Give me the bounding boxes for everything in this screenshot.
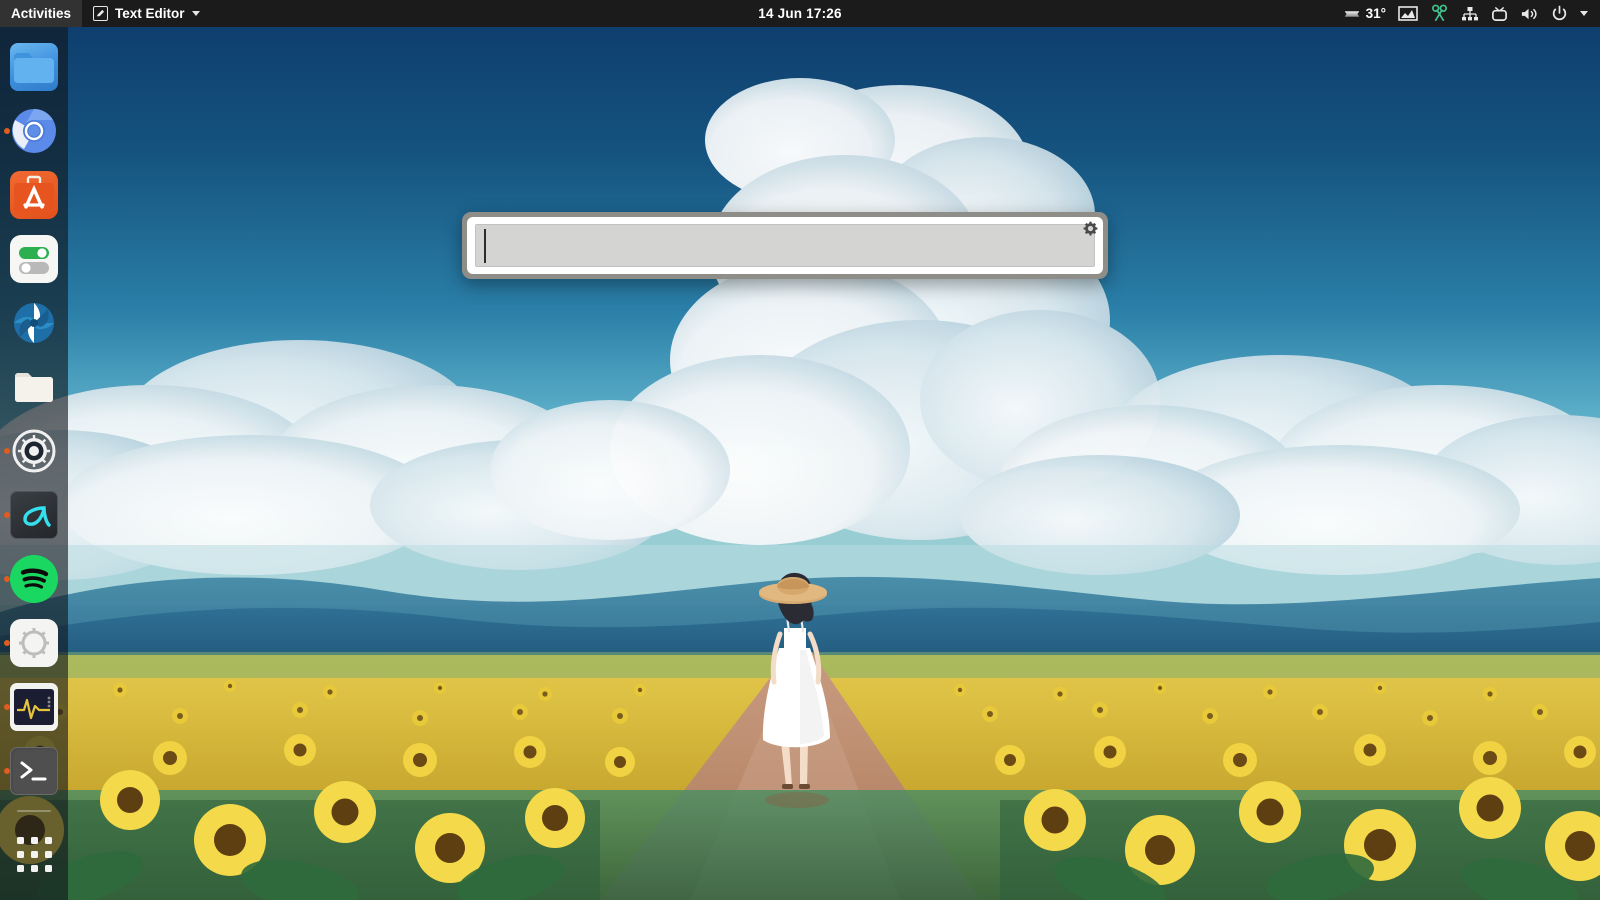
clock-button[interactable]: 14 Jun 17:26 — [748, 0, 851, 27]
gear-icon — [1083, 221, 1097, 235]
screenshot-icon — [1398, 6, 1418, 21]
dock-item-shutter[interactable] — [0, 291, 68, 355]
volume-indicator[interactable] — [1514, 0, 1545, 27]
dock-item-system-monitor[interactable] — [0, 675, 68, 739]
dock-item-file-manager[interactable] — [0, 355, 68, 419]
app-menu-label: Text Editor — [115, 6, 185, 21]
scissors-icon — [1430, 4, 1449, 23]
system-menu-button[interactable] — [1574, 0, 1594, 27]
scissors-indicator[interactable] — [1424, 0, 1455, 27]
dock-item-terminal[interactable] — [0, 739, 68, 803]
dock-item-alpha[interactable] — [0, 483, 68, 547]
top-bar: Activities Text Editor 14 Jun 17:26 31° — [0, 0, 1600, 27]
terminal-icon — [10, 747, 58, 795]
chevron-down-icon — [191, 11, 200, 16]
dock-item-preferences[interactable] — [0, 611, 68, 675]
dock-separator — [17, 810, 51, 812]
network-indicator[interactable] — [1455, 0, 1485, 27]
screenshot-indicator[interactable] — [1392, 0, 1424, 27]
desktop-wallpaper — [0, 0, 1600, 900]
dock — [0, 27, 68, 900]
weather-icon — [1342, 6, 1362, 22]
ubuntu-software-icon — [10, 171, 58, 219]
text-entry-input[interactable] — [475, 224, 1095, 267]
show-applications-button[interactable] — [0, 822, 68, 886]
app-menu-button[interactable]: Text Editor — [82, 0, 211, 27]
chevron-down-icon — [1580, 11, 1588, 16]
power-icon — [1551, 5, 1568, 22]
settings-toggles-icon — [10, 235, 58, 283]
display-icon — [1491, 5, 1508, 22]
dock-item-ubuntu-software[interactable] — [0, 163, 68, 227]
folder-icon — [10, 363, 58, 411]
clock-label: 14 Jun 17:26 — [758, 6, 842, 21]
text-cursor — [484, 228, 486, 263]
gear-icon — [10, 427, 58, 475]
weather-indicator[interactable]: 31° — [1336, 0, 1392, 27]
network-icon — [1461, 6, 1479, 22]
alpha-icon — [10, 491, 58, 539]
text-editor-icon — [93, 6, 109, 21]
dock-item-gear[interactable] — [0, 419, 68, 483]
dialog-body — [467, 217, 1103, 274]
app-grid-icon — [16, 836, 52, 872]
system-monitor-icon — [10, 683, 58, 731]
display-indicator[interactable] — [1485, 0, 1514, 27]
shutter-icon — [10, 299, 58, 347]
dock-item-files[interactable] — [0, 35, 68, 99]
dock-item-settings-toggles[interactable] — [0, 227, 68, 291]
temperature-label: 31° — [1365, 6, 1386, 21]
dock-item-chromium[interactable] — [0, 99, 68, 163]
chromium-icon — [10, 107, 58, 155]
volume-icon — [1520, 6, 1539, 22]
activities-button[interactable]: Activities — [0, 0, 83, 27]
text-entry-dialog — [462, 212, 1108, 279]
dialog-settings-button[interactable] — [1079, 217, 1101, 239]
dock-item-spotify[interactable] — [0, 547, 68, 611]
activities-label: Activities — [11, 6, 72, 21]
power-indicator[interactable] — [1545, 0, 1574, 27]
system-tray: 31° — [1336, 0, 1600, 27]
preferences-gear-icon — [10, 619, 58, 667]
spotify-icon — [10, 555, 58, 603]
files-icon — [10, 43, 58, 91]
